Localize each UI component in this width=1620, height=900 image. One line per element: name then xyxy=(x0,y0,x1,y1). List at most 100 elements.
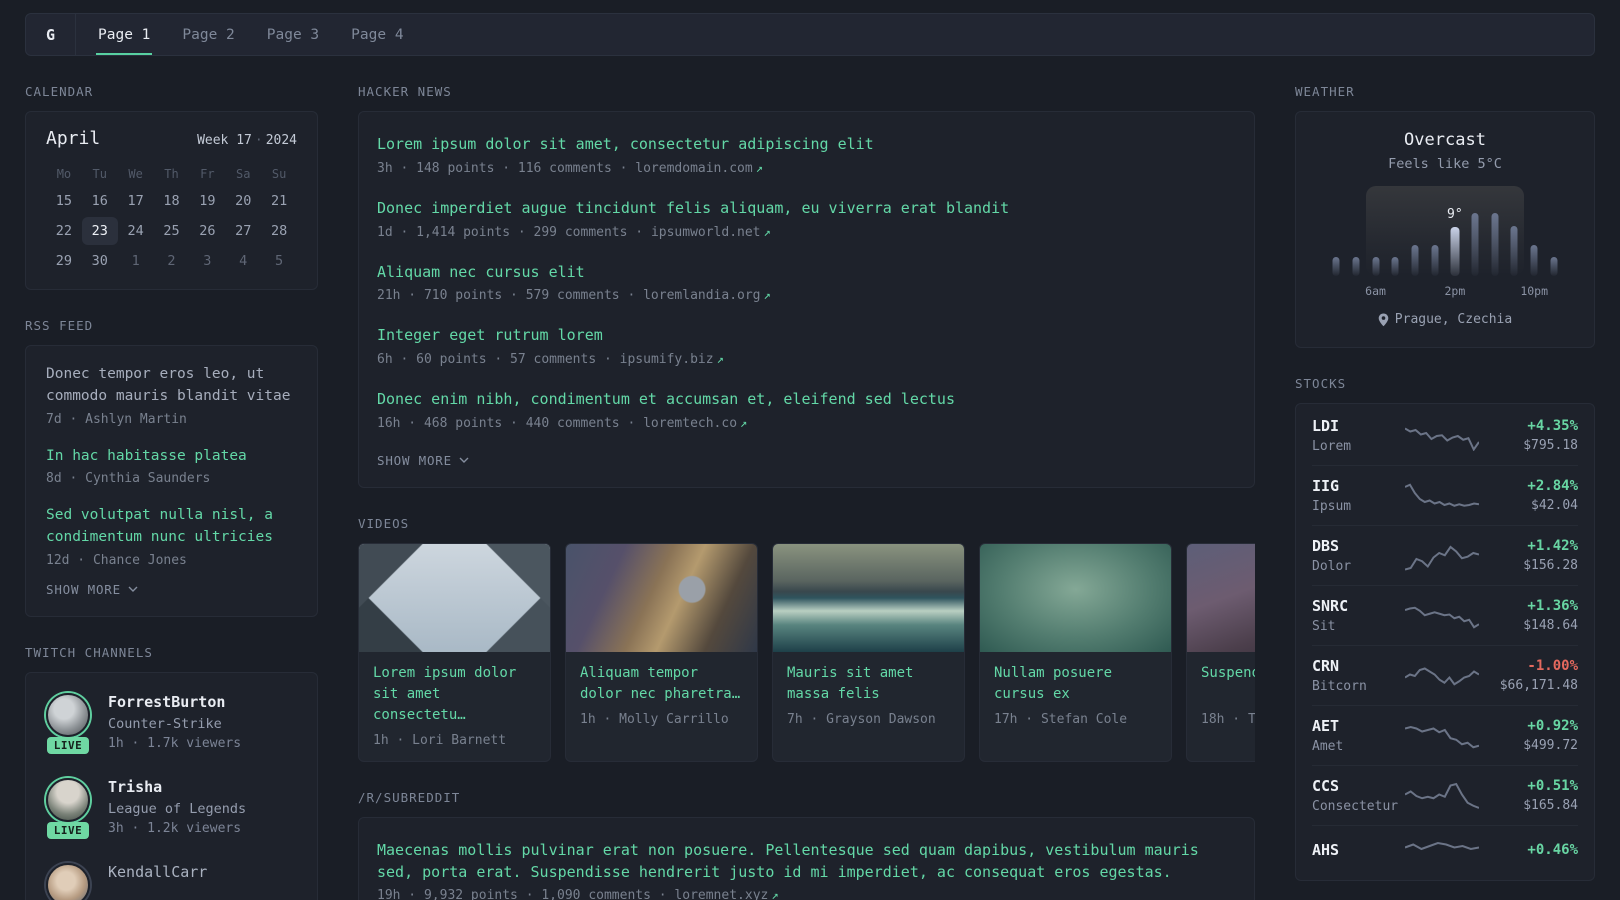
twitch-channel-row[interactable]: LIVE Trisha League of Legends 3h · 1.2k … xyxy=(44,777,299,839)
video-title[interactable]: Lorem ipsum dolor sit amet consectetu… xyxy=(373,663,536,726)
video-card[interactable]: Lorem ipsum dolor sit amet consectetu… 1… xyxy=(358,542,551,762)
external-link-icon: ↗ xyxy=(771,888,779,900)
weather-bar xyxy=(1352,257,1360,276)
hacker-news-show-more-button[interactable]: SHOW MORE xyxy=(377,453,469,468)
news-item-domain[interactable]: loremdomain.com xyxy=(635,161,752,176)
stock-row[interactable]: DBS Dolor +1.42% $156.28 xyxy=(1312,525,1578,585)
news-item-title[interactable]: Donec imperdiet augue tincidunt felis al… xyxy=(377,198,1236,220)
rss-item: Sed volutpat nulla nisl, a condimentum n… xyxy=(46,505,297,568)
channel-name[interactable]: Trisha xyxy=(108,778,246,796)
calendar-day: 3 xyxy=(203,253,212,269)
news-item-domain[interactable]: ipsumworld.net xyxy=(651,225,761,240)
news-item-domain[interactable]: loremlandia.org xyxy=(643,288,760,303)
calendar-widget: April Week 17 · 2024 Mo Tu We Th Fr Sa Su 15 16 17… xyxy=(25,111,318,290)
stock-symbol: DBS xyxy=(1312,537,1340,555)
video-thumbnail xyxy=(566,543,757,652)
stock-row[interactable]: CRN Bitcorn -1.00% $66,171.48 xyxy=(1312,645,1578,705)
news-item-title[interactable]: Aliquam nec cursus elit xyxy=(377,262,1236,284)
channel-name[interactable]: KendallCarr xyxy=(108,863,207,881)
stock-row[interactable]: AHS +0.46% xyxy=(1312,825,1578,878)
calendar-year: 2024 xyxy=(265,133,297,148)
stock-symbol: AET xyxy=(1312,717,1340,735)
twitch-list: LIVE ForrestBurton Counter-Strike 1h · 1… xyxy=(44,692,299,900)
twitch-channel-row[interactable]: LIVE ForrestBurton Counter-Strike 1h · 1… xyxy=(44,692,299,754)
rss-item-title[interactable]: In hac habitasse platea xyxy=(46,446,297,468)
video-thumbnail xyxy=(1187,543,1255,652)
weather-section-title: WEATHER xyxy=(1295,84,1355,99)
rss-item-meta: 12d · Chance Jones xyxy=(46,552,187,568)
weather-hour-column xyxy=(1385,186,1405,298)
news-item: Integer eget rutrum lorem 6h · 60 points… xyxy=(377,325,1236,367)
stock-sparkline xyxy=(1405,421,1479,451)
rss-show-more-button[interactable]: SHOW MORE xyxy=(46,582,138,597)
calendar-day: 28 xyxy=(270,223,288,239)
news-item-domain[interactable]: loremnet.xyz xyxy=(674,888,768,900)
weather-bar xyxy=(1332,257,1340,276)
calendar-day: 27 xyxy=(235,223,252,239)
calendar-day-headers: Mo Tu We Th Fr Sa Su xyxy=(46,161,297,187)
nav-tab[interactable]: Page 4 xyxy=(349,14,405,55)
nav-tabs: Page 1 Page 2 Page 3 Page 4 xyxy=(96,14,406,55)
stock-price: $66,171.48 xyxy=(1499,678,1578,693)
weather-section: WEATHER Overcast Feels like 5°C 6am 9° 2… xyxy=(1295,84,1595,348)
video-card[interactable]: Aliquam tempor dolor nec pharetra… 1h · … xyxy=(565,542,758,762)
news-item-title[interactable]: Lorem ipsum dolor sit amet, consectetur … xyxy=(377,134,1236,156)
stock-name: Lorem xyxy=(1312,439,1352,454)
news-item-title[interactable]: Maecenas mollis pulvinar erat non posuer… xyxy=(377,840,1236,884)
news-item: Aliquam nec cursus elit 21h · 710 points… xyxy=(377,262,1236,304)
stock-row[interactable]: IIG Ipsum +2.84% $42.04 xyxy=(1312,465,1578,525)
nav-tab-label: Page 1 xyxy=(98,26,151,43)
video-thumbnail xyxy=(359,543,550,652)
stock-symbol: CCS xyxy=(1312,777,1340,795)
video-title[interactable]: Aliquam tempor dolor nec pharetra… xyxy=(580,663,743,705)
channel-name[interactable]: ForrestBurton xyxy=(108,693,241,711)
video-card[interactable]: Nullam posuere cursus ex 17h · Stefan Co… xyxy=(979,542,1172,762)
rss-item-title[interactable]: Donec tempor eros leo, ut commodo mauris… xyxy=(46,364,297,408)
nav-tab[interactable]: Page 1 xyxy=(96,14,153,55)
stock-row[interactable]: AET Amet +0.92% $499.72 xyxy=(1312,705,1578,765)
weather-hour-column xyxy=(1405,186,1425,298)
calendar-day: 15 xyxy=(55,193,73,209)
rss-item: In hac habitasse platea 8d · Cynthia Sau… xyxy=(46,446,297,487)
stock-symbol: AHS xyxy=(1312,841,1340,859)
rss-item-title[interactable]: Sed volutpat nulla nisl, a condimentum n… xyxy=(46,505,297,549)
weather-hour-column: 9° 2pm xyxy=(1444,186,1465,298)
video-card[interactable]: Mauris sit amet massa felis 7h · Grayson… xyxy=(772,542,965,762)
news-item-domain[interactable]: ipsumify.biz xyxy=(620,352,714,367)
news-item-title[interactable]: Integer eget rutrum lorem xyxy=(377,325,1236,347)
stock-row[interactable]: LDI Lorem +4.35% $795.18 xyxy=(1312,406,1578,465)
news-item-domain[interactable]: loremtech.co xyxy=(643,416,737,431)
weather-bar xyxy=(1510,225,1518,276)
nav-tab[interactable]: Page 3 xyxy=(265,14,321,55)
current-temp-label: 9° xyxy=(1447,207,1463,223)
stock-change: +0.46% xyxy=(1527,842,1578,858)
stock-symbol: SNRC xyxy=(1312,597,1349,615)
video-title[interactable]: Suspendisse diam xyxy=(1201,663,1255,705)
calendar-day: 30 xyxy=(91,253,108,269)
video-card[interactable]: Suspendisse diam 18h · Tara Barrett xyxy=(1186,542,1255,762)
news-item-title[interactable]: Donec enim nibh, condimentum et accumsan… xyxy=(377,389,1236,411)
stock-row[interactable]: CCS Consectetur +0.51% $165.84 xyxy=(1312,765,1578,825)
stock-sparkline xyxy=(1405,837,1479,867)
video-title[interactable]: Mauris sit amet massa felis xyxy=(787,663,950,705)
news-item-meta: 1d · 1,414 points · 299 comments · ipsum… xyxy=(377,224,771,240)
app-logo[interactable]: G xyxy=(26,14,76,55)
calendar-day: 17 xyxy=(127,193,144,209)
calendar-day: 21 xyxy=(270,193,288,209)
video-title[interactable]: Nullam posuere cursus ex xyxy=(994,663,1157,705)
weather-bar xyxy=(1530,245,1538,276)
stock-symbol: IIG xyxy=(1312,477,1340,495)
rss-list: Donec tempor eros leo, ut commodo mauris… xyxy=(46,364,297,568)
stocks-section-title: STOCKS xyxy=(1295,376,1347,391)
twitch-channel-row[interactable]: LIVE KendallCarr xyxy=(44,862,299,900)
rss-section: RSS FEED Donec tempor eros leo, ut commo… xyxy=(25,318,318,617)
weather-widget: Overcast Feels like 5°C 6am 9° 2pm 10pm … xyxy=(1295,111,1595,348)
nav-tab[interactable]: Page 2 xyxy=(180,14,236,55)
external-link-icon: ↗ xyxy=(716,352,724,366)
stock-row[interactable]: SNRC Sit +1.36% $148.64 xyxy=(1312,585,1578,645)
subreddit-section-title: /R/SUBREDDIT xyxy=(358,789,461,805)
news-item-meta: 21h · 710 points · 579 comments · loreml… xyxy=(377,288,771,304)
stock-name: Ipsum xyxy=(1312,499,1352,514)
weather-bar xyxy=(1391,257,1399,276)
rss-widget: Donec tempor eros leo, ut commodo mauris… xyxy=(25,345,318,617)
